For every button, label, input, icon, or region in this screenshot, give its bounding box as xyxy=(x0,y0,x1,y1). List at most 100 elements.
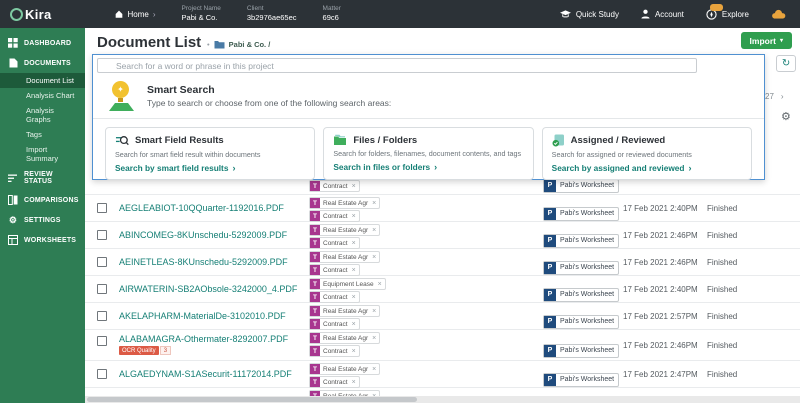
tag-icon: T xyxy=(310,306,320,316)
worksheet-badge[interactable]: P Pabi's Worksheet xyxy=(543,315,619,329)
remove-tag-icon[interactable]: × xyxy=(372,254,376,261)
remove-tag-icon[interactable]: × xyxy=(372,366,376,373)
table-row[interactable]: AIRWATERIN-SB2AObsole-3242000_4.PDF T Eq… xyxy=(85,276,800,303)
tag-label: Real Estate Agr xyxy=(323,254,368,261)
remove-tag-icon[interactable]: × xyxy=(372,335,376,342)
refresh-button[interactable]: ↻ xyxy=(776,55,796,72)
account-button[interactable]: Account xyxy=(641,9,684,19)
remove-tag-icon[interactable]: × xyxy=(352,321,356,328)
tag-chip[interactable]: T Contract × xyxy=(309,345,360,357)
breadcrumb-label: Pabi & Co. / xyxy=(229,40,271,49)
remove-tag-icon[interactable]: × xyxy=(352,267,356,274)
sidebar-item-worksheets[interactable]: WORKSHEETS xyxy=(0,230,85,250)
tag-chip[interactable]: T Real Estate Agr × xyxy=(309,251,380,263)
row-checkbox[interactable] xyxy=(97,230,107,240)
tag-chip[interactable]: T Real Estate Agr × xyxy=(309,197,380,209)
document-name-link[interactable]: ABINCOMEG-8KUnschedu-5292009.PDF xyxy=(119,230,287,240)
table-row[interactable]: ALABAMAGRA-Othermater-8292007.PDF OCR Qu… xyxy=(85,330,800,361)
remove-tag-icon[interactable]: × xyxy=(352,379,356,386)
tag-chip[interactable]: T Real Estate Agr × xyxy=(309,305,380,317)
horizontal-scrollbar[interactable] xyxy=(85,396,800,403)
pagination[interactable]: 27 › xyxy=(765,92,784,101)
document-name-link[interactable]: AEGLEABIOT-10QQuarter-1192016.PDF xyxy=(119,203,284,213)
tag-chip[interactable]: T Equipment Lease × xyxy=(309,278,386,290)
row-checkbox[interactable] xyxy=(97,257,107,267)
remove-tag-icon[interactable]: × xyxy=(352,348,356,355)
tag-chip[interactable]: T Contract × xyxy=(309,376,360,388)
search-by-smart-field-link[interactable]: Search by smart field results› xyxy=(115,163,305,173)
remove-tag-icon[interactable]: × xyxy=(352,240,356,247)
table-row[interactable]: AKELAPHARM-MaterialDe-3102010.PDF T Real… xyxy=(85,303,800,330)
sidebar-item-analysis-chart[interactable]: Analysis Chart xyxy=(0,88,85,103)
search-input[interactable] xyxy=(97,58,697,73)
worksheet-label: Pabi's Worksheet xyxy=(560,318,614,325)
remove-tag-icon[interactable]: × xyxy=(378,281,382,288)
sidebar-item-documents[interactable]: DOCUMENTS xyxy=(0,53,85,73)
smart-field-results-card[interactable]: Smart Field Results Search for smart fie… xyxy=(105,127,315,180)
files-folders-card[interactable]: Files / Folders Search for folders, file… xyxy=(323,127,533,180)
tag-label: Contract xyxy=(323,348,348,355)
tag-icon: T xyxy=(310,238,320,248)
tag-chip[interactable]: T Contract × xyxy=(309,237,360,249)
explore-button[interactable]: Explore xyxy=(706,9,749,20)
import-date: 17 Feb 2021 2:46PM xyxy=(623,341,698,350)
sidebar-item-import-summary[interactable]: Import Summary xyxy=(0,142,85,166)
tag-list: T Real Estate Agr × T Contract × xyxy=(309,305,380,330)
remove-tag-icon[interactable]: × xyxy=(352,294,356,301)
worksheets-icon xyxy=(8,235,18,245)
table-row[interactable]: ABINCOMEG-8KUnschedu-5292009.PDF T Real … xyxy=(85,222,800,249)
kira-logo[interactable]: Kira xyxy=(0,7,66,22)
row-checkbox[interactable] xyxy=(97,203,107,213)
import-button[interactable]: Import ▾ xyxy=(741,32,792,49)
sidebar-item-settings[interactable]: ⚙ SETTINGS xyxy=(0,210,85,230)
tag-chip[interactable]: T Real Estate Agr × xyxy=(309,363,380,375)
row-checkbox[interactable] xyxy=(97,284,107,294)
tag-chip[interactable]: T Contract × xyxy=(309,291,360,303)
next-page-arrow-icon[interactable]: › xyxy=(781,92,784,101)
remove-tag-icon[interactable]: × xyxy=(372,200,376,207)
worksheet-badge[interactable]: P Pabi's Worksheet xyxy=(543,373,619,387)
document-name-link[interactable]: AIRWATERIN-SB2AObsole-3242000_4.PDF xyxy=(119,284,297,294)
worksheet-badge[interactable]: P Pabi's Worksheet xyxy=(543,234,619,248)
document-name-link[interactable]: ALABAMAGRA-Othermater-8292007.PDF xyxy=(119,334,288,344)
tag-chip[interactable]: T Real Estate Agr × xyxy=(309,332,380,344)
remove-tag-icon[interactable]: × xyxy=(372,227,376,234)
quick-study-button[interactable]: Quick Study xyxy=(560,10,619,19)
row-checkbox[interactable] xyxy=(97,369,107,379)
sidebar-item-review-status[interactable]: REVIEW STATUS xyxy=(0,166,85,190)
search-by-assigned-link[interactable]: Search by assigned and reviewed› xyxy=(552,163,742,173)
tag-label: Contract xyxy=(323,213,348,220)
worksheet-badge[interactable]: P Pabi's Worksheet xyxy=(543,344,619,358)
document-name-link[interactable]: ALGAEDYNAM-S1ASecurit-11172014.PDF xyxy=(119,369,292,379)
sidebar-item-dashboard[interactable]: DASHBOARD xyxy=(0,33,85,53)
breadcrumb[interactable]: • Pabi & Co. / xyxy=(207,40,270,49)
sidebar-item-analysis-graphs[interactable]: Analysis Graphs xyxy=(0,103,85,127)
remove-tag-icon[interactable]: × xyxy=(372,308,376,315)
table-row[interactable]: AEGLEABIOT-10QQuarter-1192016.PDF T Real… xyxy=(85,195,800,222)
table-row[interactable]: ALGAEDYNAM-S1ASecurit-11172014.PDF T Rea… xyxy=(85,361,800,388)
sidebar-item-tags[interactable]: Tags xyxy=(0,127,85,142)
cloud-upload-button[interactable] xyxy=(771,9,786,19)
tag-chip[interactable]: T Real Estate Agr × xyxy=(309,224,380,236)
row-checkbox[interactable] xyxy=(97,336,107,346)
tag-chip[interactable]: T Contract × xyxy=(309,264,360,276)
document-name-link[interactable]: AEINETLEAS-8KUnschedu-5292009.PDF xyxy=(119,257,288,267)
import-date: 17 Feb 2021 2:46PM xyxy=(623,258,698,267)
remove-tag-icon[interactable]: × xyxy=(352,213,356,220)
sidebar-item-comparisons[interactable]: COMPARISONS xyxy=(0,190,85,210)
table-row[interactable]: AEINETLEAS-8KUnschedu-5292009.PDF T Real… xyxy=(85,249,800,276)
row-checkbox[interactable] xyxy=(97,311,107,321)
document-name-link[interactable]: AKELAPHARM-MaterialDe-3102010.PDF xyxy=(119,311,286,321)
tag-chip[interactable]: T Contract × xyxy=(309,318,360,330)
home-link[interactable]: Home › xyxy=(114,9,156,19)
assigned-reviewed-card[interactable]: Assigned / Reviewed Search for assigned … xyxy=(542,127,752,180)
worksheet-badge[interactable]: P Pabi's Worksheet xyxy=(543,207,619,221)
tag-chip[interactable]: T Contract × xyxy=(309,210,360,222)
worksheet-badge[interactable]: P Pabi's Worksheet xyxy=(543,288,619,302)
sidebar-item-document-list[interactable]: Document List xyxy=(0,73,85,88)
search-in-files-link[interactable]: Search in files or folders› xyxy=(333,162,523,172)
table-settings-button[interactable]: ⚙ xyxy=(781,110,791,123)
scrollbar-thumb[interactable] xyxy=(87,397,417,402)
worksheet-badge[interactable]: P Pabi's Worksheet xyxy=(543,261,619,275)
tag-label: Real Estate Agr xyxy=(323,227,368,234)
